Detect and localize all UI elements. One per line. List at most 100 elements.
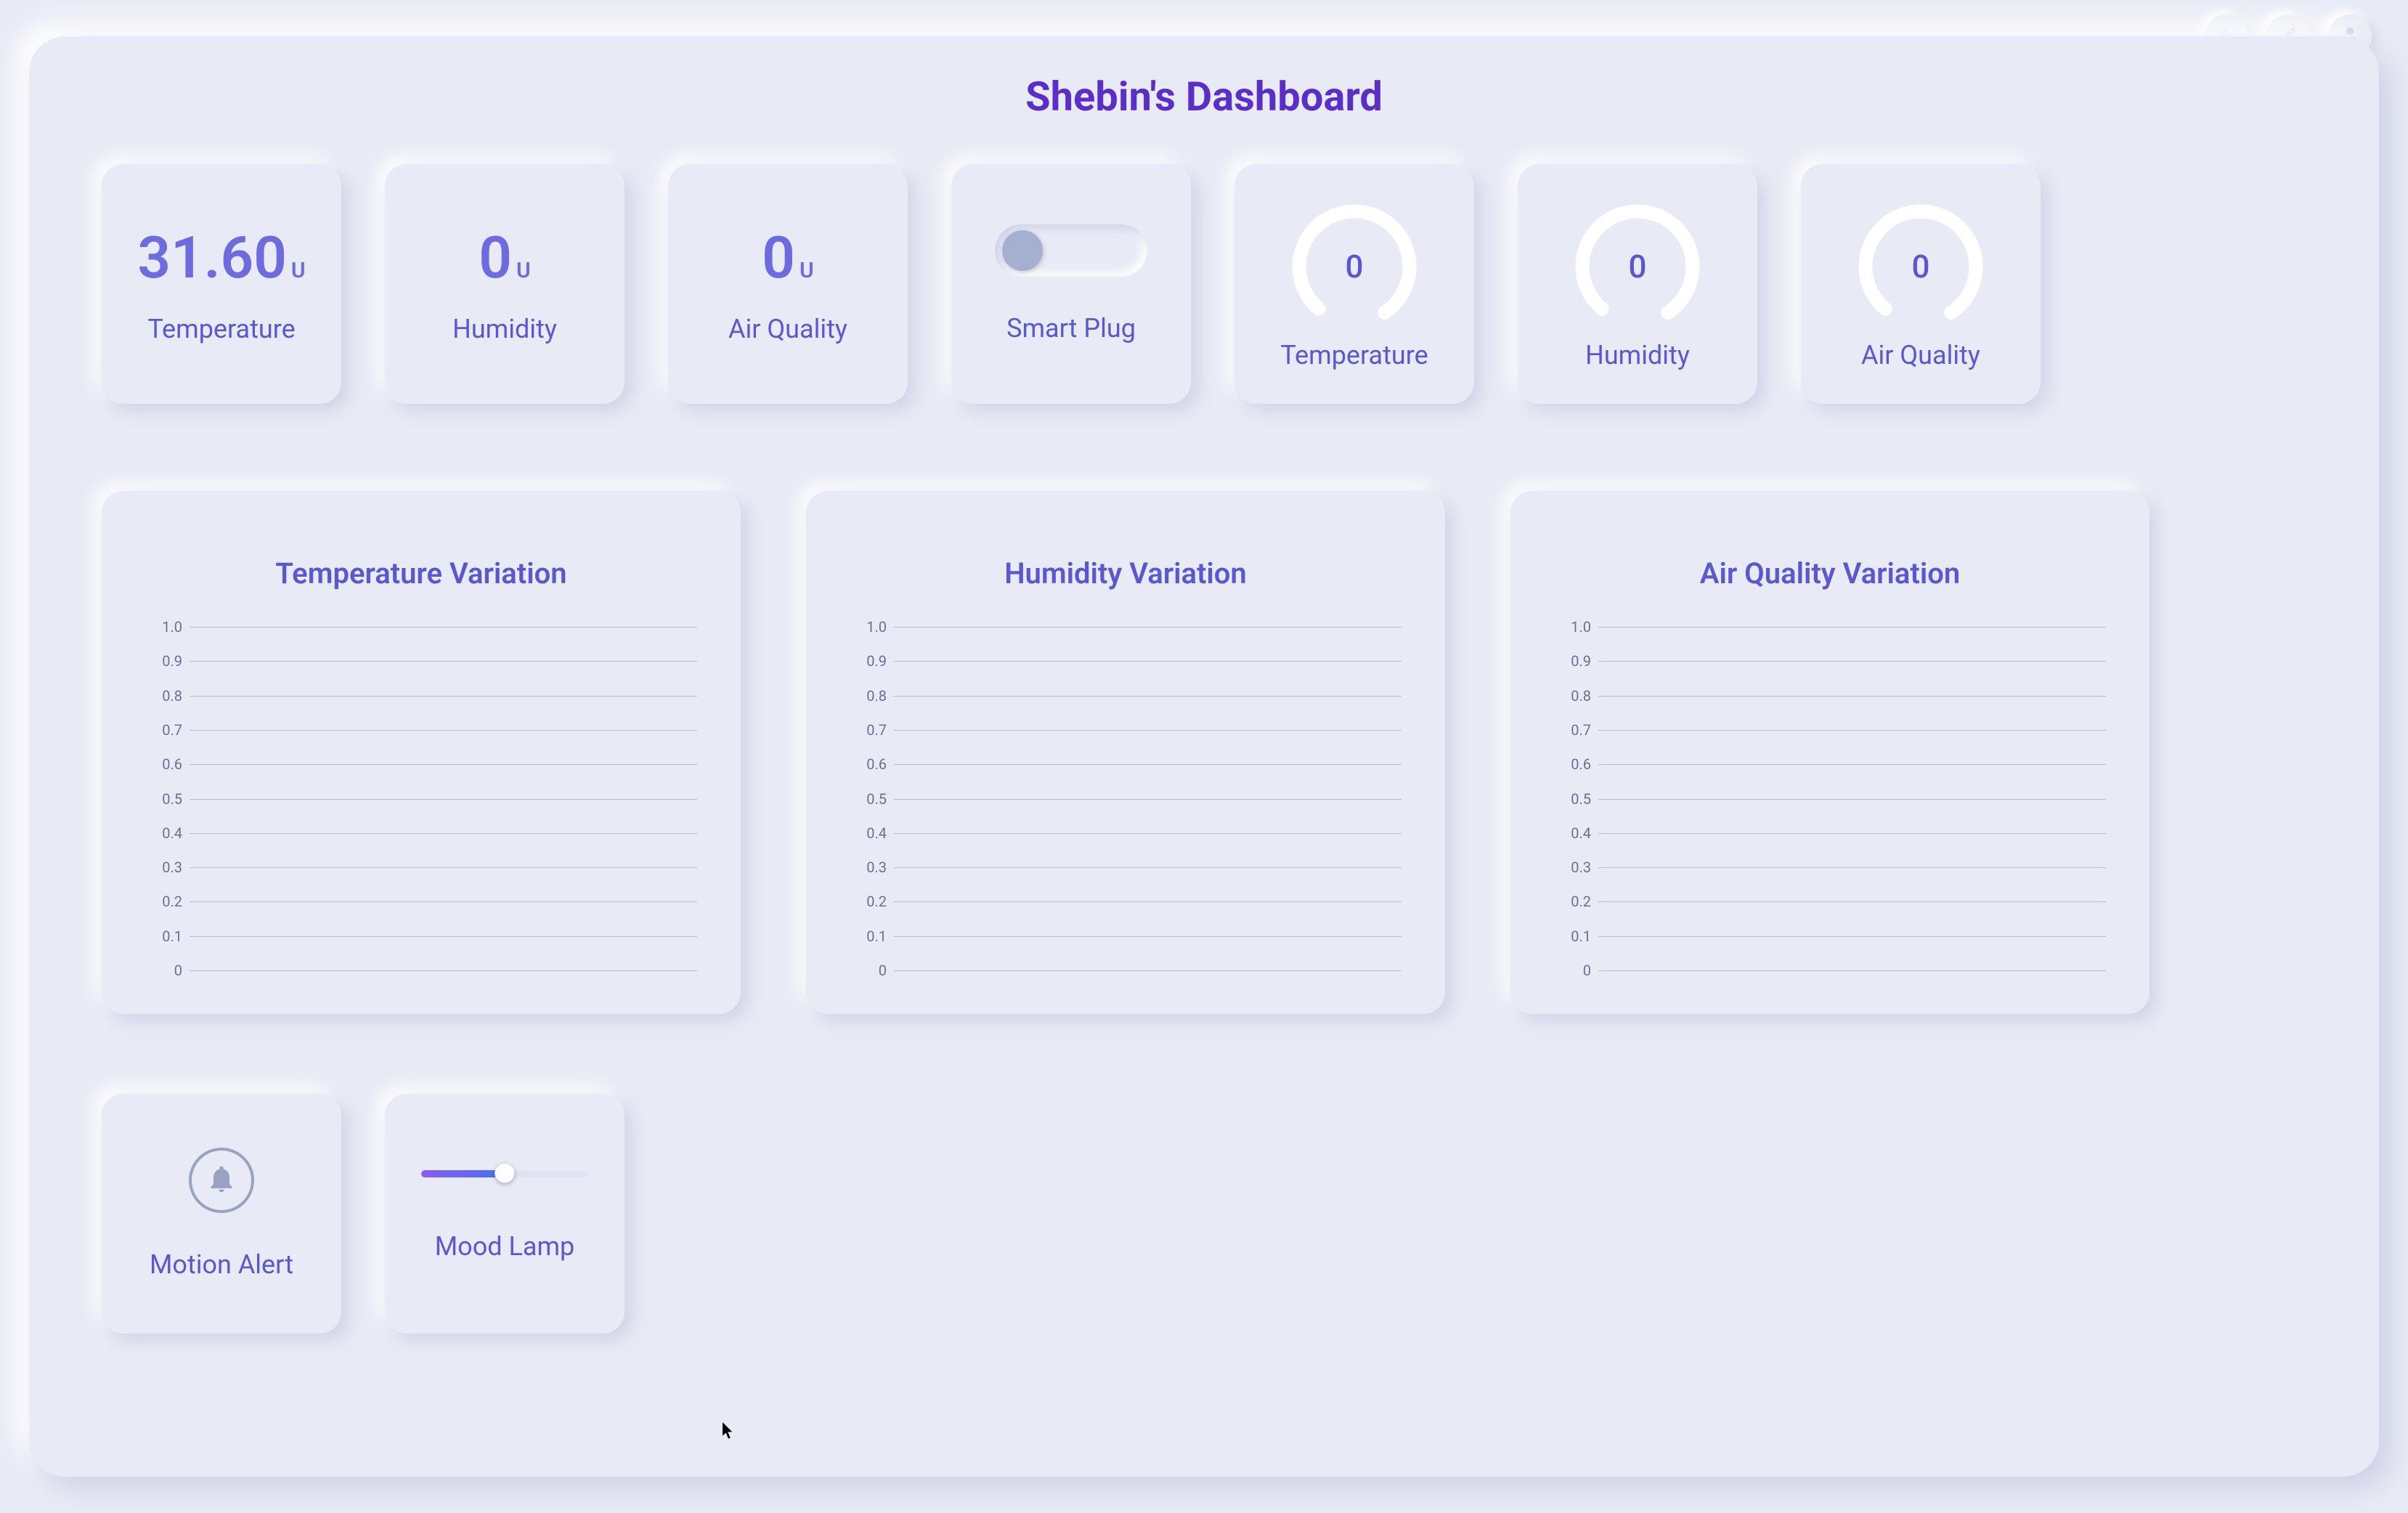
airquality-gauge-label: Air Quality bbox=[1861, 340, 1980, 370]
mood-lamp-card: Mood Lamp bbox=[385, 1094, 625, 1334]
humidity-gauge: 0 bbox=[1569, 198, 1707, 336]
chart-gridline bbox=[190, 901, 697, 902]
chart-gridline bbox=[1598, 901, 2106, 902]
temperature-gauge: 0 bbox=[1285, 198, 1423, 336]
chart-gridline bbox=[1598, 867, 2106, 868]
temperature-value: 31.60 bbox=[137, 224, 287, 292]
chart-tick-label: 0.5 bbox=[843, 790, 887, 808]
chart-tick-label: 0.1 bbox=[1547, 928, 1591, 945]
bell-icon bbox=[206, 1163, 237, 1198]
chart-tick-label: 0.7 bbox=[843, 721, 887, 739]
chart-tick-label: 0.9 bbox=[1547, 652, 1591, 670]
chart-gridline bbox=[894, 696, 1402, 697]
humidity-unit: U bbox=[516, 258, 531, 283]
chart-row: Temperature Variation 1.0 0.9 0.8 0.7 0.6 0.5… bbox=[102, 491, 2306, 1014]
chart-tick-label: 0.3 bbox=[1547, 859, 1591, 876]
airquality-unit: U bbox=[800, 258, 814, 283]
chart-gridline bbox=[894, 661, 1402, 662]
mood-lamp-label: Mood Lamp bbox=[435, 1231, 574, 1262]
chart-tick-label: 0.3 bbox=[139, 859, 182, 876]
chart-tick-label: 0.2 bbox=[843, 893, 887, 910]
chart-gridline bbox=[190, 936, 697, 937]
chart-tick-label: 0.3 bbox=[843, 859, 887, 876]
temperature-value-wrap: 31.60 U bbox=[137, 224, 305, 292]
smartplug-card: Smart Plug bbox=[951, 164, 1191, 404]
smartplug-toggle-knob bbox=[1002, 230, 1043, 271]
chart-tick-label: 0 bbox=[139, 962, 182, 979]
chart-gridline bbox=[1598, 799, 2106, 800]
chart-tick-label: 0.5 bbox=[139, 790, 182, 808]
chart-gridline bbox=[190, 799, 697, 800]
airquality-chart-title: Air Quality Variation bbox=[1547, 556, 2113, 591]
chart-gridline bbox=[190, 696, 697, 697]
airquality-gauge-card: 0 Air Quality bbox=[1801, 164, 2041, 404]
chart-gridline bbox=[894, 730, 1402, 731]
chart-tick-label: 0.9 bbox=[139, 652, 182, 670]
humidity-label: Humidity bbox=[452, 314, 557, 344]
chart-tick-label: 0.2 bbox=[1547, 893, 1591, 910]
chart-gridline bbox=[190, 833, 697, 834]
humidity-chart-area: 1.00.90.80.70.60.50.40.30.20.10 bbox=[842, 627, 1409, 970]
chart-tick-label: 1.0 bbox=[1547, 618, 1591, 636]
chart-gridline bbox=[1598, 936, 2106, 937]
airquality-label: Air Quality bbox=[728, 314, 847, 344]
chart-tick-label: 0.7 bbox=[139, 721, 182, 739]
chart-gridline bbox=[894, 936, 1402, 937]
top-cards-row: 31.60 U Temperature 0 U Humidity 0 U Air… bbox=[102, 164, 2306, 404]
chart-gridline bbox=[190, 627, 697, 628]
chart-gridline bbox=[894, 867, 1402, 868]
humidity-chart-title: Humidity Variation bbox=[842, 556, 1409, 591]
chart-tick-label: 0.1 bbox=[139, 928, 182, 945]
airquality-card: 0 U Air Quality bbox=[668, 164, 908, 404]
humidity-gauge-label: Humidity bbox=[1585, 340, 1690, 370]
humidity-card: 0 U Humidity bbox=[385, 164, 625, 404]
motion-alert-label: Motion Alert bbox=[150, 1249, 293, 1280]
motion-alert-card: Motion Alert bbox=[102, 1094, 341, 1334]
chart-gridline bbox=[190, 970, 697, 971]
chart-tick-label: 0.6 bbox=[139, 755, 182, 773]
chart-gridline bbox=[1598, 696, 2106, 697]
temperature-gauge-card: 0 Temperature bbox=[1234, 164, 1474, 404]
humidity-chart-card: Humidity Variation 1.00.90.80.70.60.50.4… bbox=[806, 491, 1445, 1014]
airquality-value-wrap: 0 U bbox=[762, 224, 813, 292]
chart-gridline bbox=[894, 627, 1402, 628]
temperature-unit: U bbox=[291, 258, 306, 283]
chart-gridline bbox=[1598, 764, 2106, 765]
mood-lamp-slider[interactable] bbox=[421, 1166, 588, 1180]
humidity-value-wrap: 0 U bbox=[479, 224, 530, 292]
chart-gridline bbox=[190, 730, 697, 731]
chart-tick-label: 0.9 bbox=[843, 652, 887, 670]
temperature-gauge-label: Temperature bbox=[1280, 340, 1428, 370]
chart-gridline bbox=[1598, 833, 2106, 834]
chart-gridline bbox=[190, 867, 697, 868]
chart-gridline bbox=[1598, 970, 2106, 971]
temperature-chart-area: 1.00.90.80.70.60.50.40.30.20.10 bbox=[138, 627, 704, 970]
temperature-chart-title: Temperature Variation bbox=[138, 556, 704, 591]
airquality-gauge: 0 bbox=[1852, 198, 1990, 336]
chart-gridline bbox=[894, 764, 1402, 765]
temperature-chart-card: Temperature Variation 1.00.90.80.70.60.5… bbox=[102, 491, 741, 1014]
smartplug-toggle[interactable] bbox=[995, 224, 1147, 277]
chart-gridline bbox=[1598, 661, 2106, 662]
chart-gridline bbox=[894, 799, 1402, 800]
chart-tick-label: 0.5 bbox=[1547, 790, 1591, 808]
humidity-value: 0 bbox=[479, 224, 512, 292]
chart-tick-label: 0.7 bbox=[1547, 721, 1591, 739]
chart-tick-label: 0.4 bbox=[139, 824, 182, 842]
chart-gridline bbox=[190, 661, 697, 662]
temperature-card: 31.60 U Temperature bbox=[102, 164, 341, 404]
chart-tick-label: 0.8 bbox=[1547, 687, 1591, 705]
chart-tick-label: 0.8 bbox=[843, 687, 887, 705]
chart-gridline bbox=[894, 901, 1402, 902]
chart-tick-label: 1.0 bbox=[843, 618, 887, 636]
airquality-chart-area: 1.00.90.80.70.60.50.40.30.20.10 bbox=[1547, 627, 2113, 970]
mood-lamp-slider-fill bbox=[421, 1170, 501, 1177]
chart-tick-label: 1.0 bbox=[139, 618, 182, 636]
bottom-row: Motion Alert Mood Lamp bbox=[102, 1094, 2306, 1334]
chart-tick-label: 0.1 bbox=[843, 928, 887, 945]
bell-icon-circle[interactable] bbox=[189, 1148, 254, 1213]
chart-tick-label: 0.4 bbox=[1547, 824, 1591, 842]
mood-lamp-slider-knob bbox=[495, 1163, 515, 1183]
smartplug-label: Smart Plug bbox=[1006, 313, 1136, 344]
chart-gridline bbox=[894, 970, 1402, 971]
